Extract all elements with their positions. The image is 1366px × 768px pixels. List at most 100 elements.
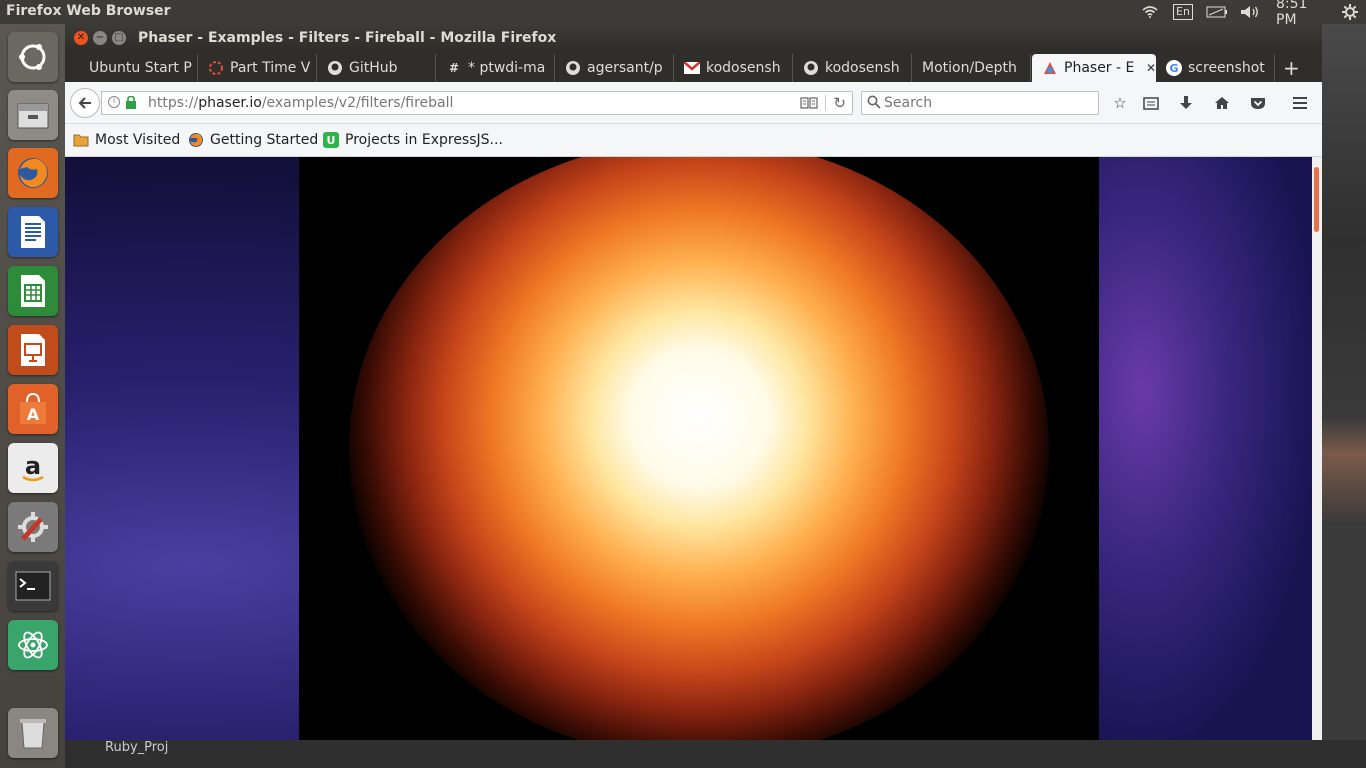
- tab-label: kodosensh: [706, 60, 781, 76]
- tab-kodosensh-github[interactable]: kodosensh: [793, 54, 912, 82]
- window-title: Phaser - Examples - Filters - Fireball -…: [138, 30, 557, 46]
- battery-icon[interactable]: [1204, 0, 1230, 24]
- search-icon: [867, 95, 881, 113]
- trash-icon[interactable]: [8, 708, 58, 758]
- tab-agersant[interactable]: agersant/p: [555, 54, 674, 82]
- hash-icon: #: [448, 61, 460, 75]
- bookmark-projects-expressjs[interactable]: U Projects in ExpressJS...: [323, 132, 503, 148]
- tab-github[interactable]: GitHub: [317, 54, 436, 82]
- github-icon: [565, 60, 581, 76]
- phaser-game-canvas[interactable]: [299, 157, 1099, 740]
- github-icon: [803, 60, 819, 76]
- desktop-folder-label: Ruby_Proj: [105, 740, 169, 755]
- github-icon: [327, 60, 343, 76]
- close-tab-icon[interactable]: ✕: [1146, 61, 1156, 75]
- atom-icon[interactable]: [8, 620, 58, 670]
- tab-label: Part Time V: [230, 60, 311, 76]
- top-panel: Firefox Web Browser En 8:51 PM: [0, 0, 1366, 28]
- search-placeholder: Search: [884, 95, 933, 111]
- tab-label: * ptwdi-ma: [468, 60, 546, 76]
- tab-ptwdi[interactable]: # * ptwdi-ma: [436, 54, 555, 82]
- files-icon[interactable]: [8, 90, 58, 140]
- tab-label: Ubuntu Start P: [89, 60, 192, 76]
- firefox-icon: [188, 132, 204, 148]
- bookmark-getting-started[interactable]: Getting Started: [188, 132, 318, 148]
- tab-label: screenshot: [1188, 60, 1265, 76]
- tab-strip: Ubuntu Start P Part Time V GitHub # * pt…: [65, 52, 1322, 82]
- phaser-icon: [1042, 60, 1058, 76]
- page-content: [65, 157, 1312, 740]
- gear-icon[interactable]: [1340, 0, 1360, 24]
- url-text: https://phaser.io/examples/v2/filters/fi…: [148, 95, 453, 111]
- url-bar[interactable]: i https://phaser.io/examples/v2/filters/…: [101, 91, 853, 115]
- keyboard-layout-indicator[interactable]: En: [1172, 0, 1194, 24]
- pocket-icon[interactable]: [1247, 93, 1269, 113]
- clock[interactable]: 8:51 PM: [1276, 0, 1332, 28]
- bookmarks-menu-icon[interactable]: [1140, 93, 1162, 113]
- url-path: /examples/v2/filters/fireball: [261, 95, 454, 111]
- lock-icon[interactable]: [126, 95, 136, 113]
- firefox-icon[interactable]: [8, 148, 58, 198]
- tab-gmail[interactable]: kodosensh: [674, 54, 793, 82]
- maximize-window-button[interactable]: □: [112, 31, 126, 45]
- hamburger-menu-icon[interactable]: [1289, 93, 1311, 113]
- tab-label: Motion/Depth: [922, 60, 1017, 76]
- back-button[interactable]: [70, 88, 100, 118]
- udemy-icon: U: [323, 132, 339, 148]
- bookmarks-toolbar: Most Visited Getting Started U Projects …: [65, 124, 1322, 157]
- svg-text:a: a: [25, 452, 41, 480]
- tab-ubuntu-start[interactable]: Ubuntu Start P: [79, 54, 198, 82]
- window-titlebar: ✕ − □ Phaser - Examples - Filters - Fire…: [65, 24, 1322, 52]
- volume-icon[interactable]: [1238, 0, 1262, 24]
- home-icon[interactable]: [1211, 93, 1233, 113]
- page-scrollbar[interactable]: [1312, 157, 1322, 740]
- url-divider: [825, 95, 826, 111]
- spinner-icon: [208, 60, 224, 76]
- search-field[interactable]: Search: [861, 91, 1099, 115]
- bookmark-most-visited[interactable]: Most Visited: [73, 132, 180, 148]
- info-icon[interactable]: i: [108, 96, 120, 108]
- url-host: phaser.io: [198, 95, 262, 111]
- gmail-icon: [684, 60, 700, 76]
- active-app-title: Firefox Web Browser: [6, 3, 171, 19]
- bookmark-label: Getting Started: [210, 132, 319, 148]
- system-settings-icon[interactable]: [8, 502, 58, 552]
- tab-phaser-active[interactable]: Phaser - E ✕: [1032, 54, 1156, 82]
- tab-label: Phaser - E: [1064, 60, 1135, 76]
- firefox-window: ✕ − □ Phaser - Examples - Filters - Fire…: [65, 24, 1322, 740]
- close-window-button[interactable]: ✕: [74, 31, 88, 45]
- navigation-toolbar: i https://phaser.io/examples/v2/filters/…: [65, 82, 1322, 124]
- tab-google-screenshot[interactable]: G screenshot: [1156, 54, 1275, 82]
- folder-icon: [73, 132, 89, 148]
- minimize-window-button[interactable]: −: [93, 31, 107, 45]
- tab-label: agersant/p: [587, 60, 663, 76]
- desktop-background: [1322, 24, 1366, 740]
- space-background-right: [1099, 157, 1312, 740]
- bookmark-label: Most Visited: [95, 132, 181, 148]
- google-icon: G: [1166, 60, 1182, 76]
- fireball-effect: [349, 157, 1049, 740]
- libreoffice-impress-icon[interactable]: [8, 325, 58, 375]
- wifi-icon[interactable]: [1140, 0, 1160, 24]
- downloads-icon[interactable]: [1175, 93, 1197, 113]
- tab-label: kodosensh: [825, 60, 900, 76]
- bookmark-label: Projects in ExpressJS...: [345, 132, 503, 148]
- tab-label: GitHub: [349, 60, 398, 76]
- url-scheme: https://: [148, 95, 199, 111]
- bookmark-star-icon[interactable]: ☆: [1109, 93, 1131, 113]
- terminal-icon[interactable]: [8, 561, 58, 611]
- libreoffice-writer-icon[interactable]: [8, 207, 58, 257]
- new-tab-button[interactable]: +: [1277, 54, 1307, 82]
- svg-text:A: A: [27, 405, 40, 424]
- ubuntu-dash-icon[interactable]: [8, 32, 58, 82]
- scrollbar-thumb[interactable]: [1314, 167, 1319, 232]
- libreoffice-calc-icon[interactable]: [8, 266, 58, 316]
- software-center-icon[interactable]: A: [8, 384, 58, 434]
- reload-icon[interactable]: ↻: [833, 94, 846, 112]
- reader-view-icon[interactable]: [800, 96, 818, 114]
- background-window: Ruby_Proj: [65, 740, 1366, 768]
- amazon-icon[interactable]: a: [8, 443, 58, 493]
- tab-motion-depth[interactable]: Motion/Depth: [912, 54, 1031, 82]
- launcher: A a: [0, 24, 65, 768]
- tab-part-time[interactable]: Part Time V: [198, 54, 317, 82]
